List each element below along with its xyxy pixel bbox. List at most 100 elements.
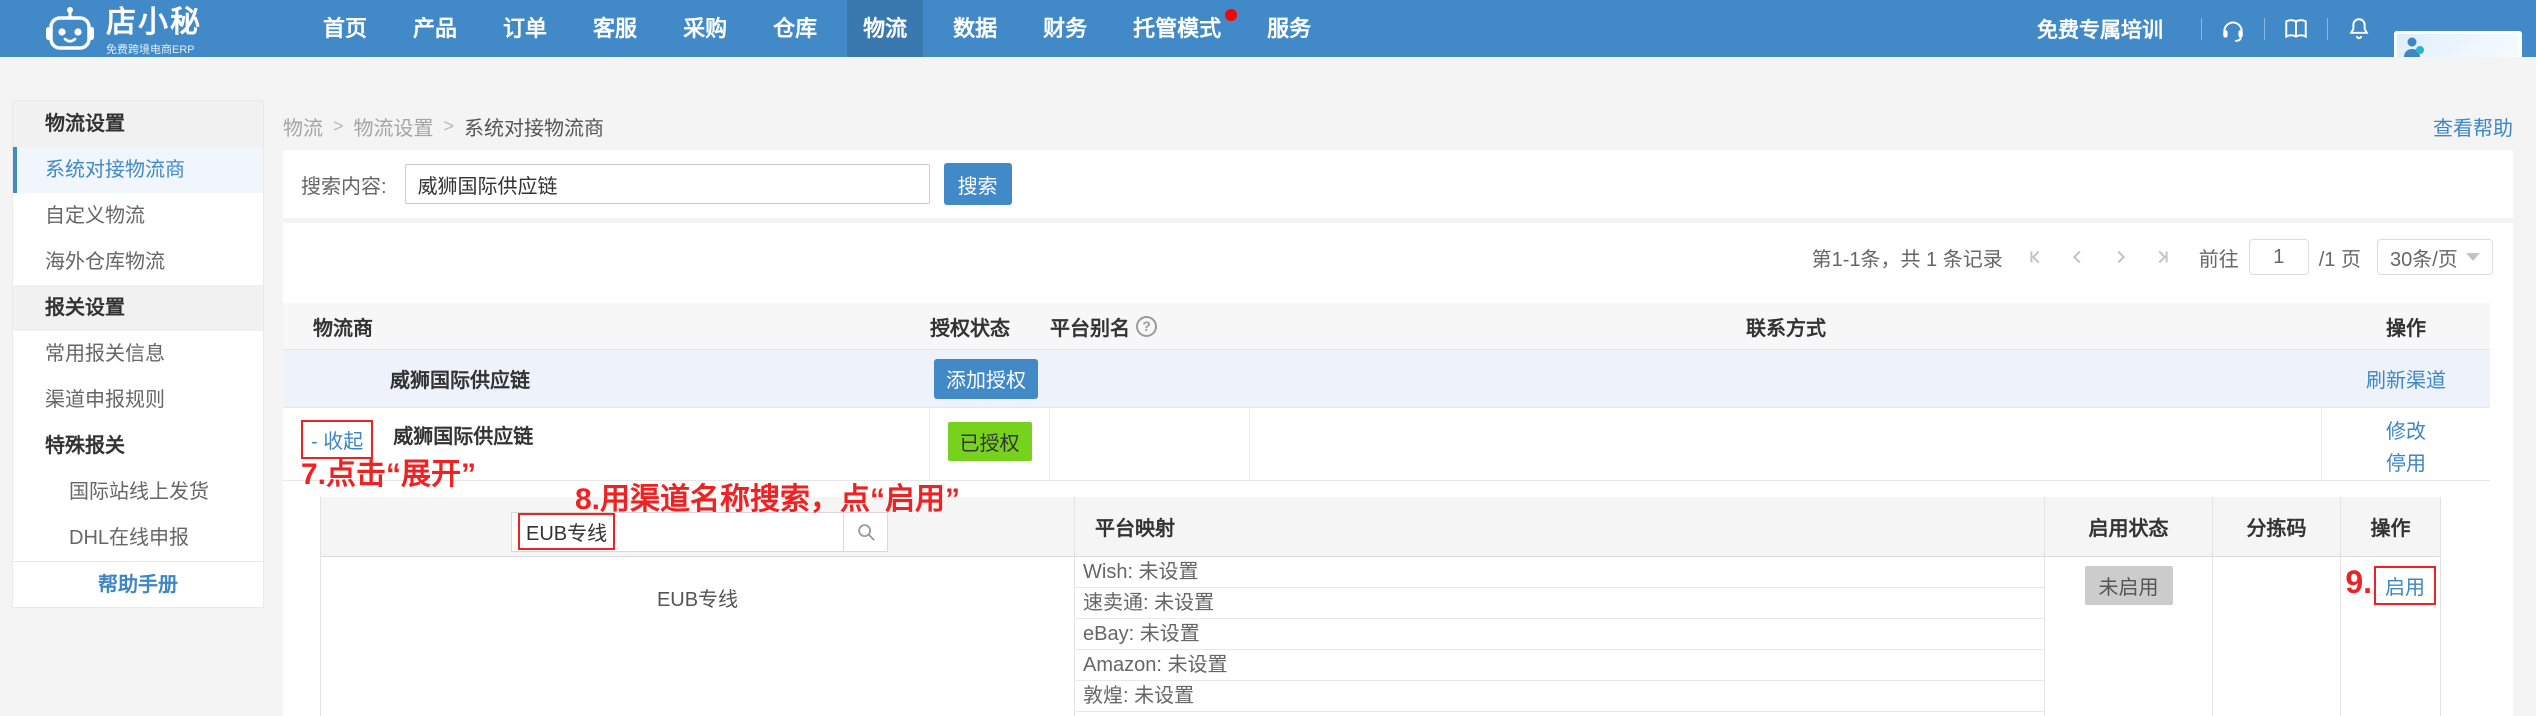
bell-icon[interactable] — [2346, 16, 2372, 42]
subcol-header-enable-status: 启用状态 — [2045, 497, 2213, 556]
app-root: 店小秘 免费跨境电商ERP 首页 产品 订单 客服 采购 仓库 物流 数据 财务… — [0, 0, 2536, 716]
refresh-channels-link[interactable]: 刷新渠道 — [2366, 364, 2446, 393]
record-summary: 第1-1条，共 1 条记录 — [1811, 248, 2003, 271]
tutorial-highlight-box: 启用 — [2374, 566, 2436, 605]
sidebar-item-custom-logistics[interactable]: 自定义物流 — [13, 193, 263, 239]
subcol-header-sorting-code: 分拣码 — [2213, 497, 2341, 556]
robot-logo-icon — [46, 5, 94, 59]
goto-page-label: 前往 — [2198, 248, 2239, 271]
search-magnifier-icon[interactable] — [843, 512, 887, 551]
view-help-link[interactable]: 查看帮助 — [2433, 112, 2513, 141]
platform-mapping-amazon: Amazon: 未设置 — [1075, 650, 2044, 681]
sidebar-item-dhl-online-declaration[interactable]: DHL在线申报 — [13, 515, 263, 561]
nav-item-finance[interactable]: 财务 — [1027, 0, 1103, 57]
main-menu: 首页 产品 订单 客服 采购 仓库 物流 数据 财务 托管模式 服务 — [300, 0, 1334, 57]
breadcrumb-logistics-settings[interactable]: 物流设置 — [354, 112, 434, 141]
table-header-row: 物流商 授权状态 平台别名 ? 联系方式 操作 — [283, 303, 2490, 350]
brand-logo[interactable]: 店小秘 免费跨境电商ERP — [46, 5, 202, 59]
nav-item-logistics[interactable]: 物流 — [847, 0, 924, 57]
breadcrumb-current-page: 系统对接物流商 — [464, 117, 605, 140]
platform-mapping-list: Wish: 未设置 速卖通: 未设置 eBay: 未设置 Amazon: 未设置… — [1075, 557, 2045, 716]
sidebar-item-system-logistics-provider[interactable]: 系统对接物流商 — [13, 147, 263, 193]
channel-name: EUB专线 — [321, 557, 1075, 716]
brand-name: 店小秘 — [106, 5, 202, 39]
provider-account-name: 威狮国际供应链 — [393, 426, 534, 448]
divider — [2201, 17, 2202, 40]
brand-tagline: 免费跨境电商ERP — [106, 43, 195, 56]
search-panel: 搜索内容: 搜索 — [283, 150, 2513, 218]
subcol-header-actions: 操作 — [2370, 518, 2411, 540]
navbar-right: 免费专属培训 — [2037, 0, 2522, 57]
provider-account-row: - 收起 威狮国际供应链 已授权 修改 停用 — [283, 408, 2490, 481]
annotation-step8: 8.用渠道名称搜索，点“启用” — [575, 483, 961, 516]
user-avatar[interactable] — [2394, 30, 2522, 57]
annotation-step7: 7.点击“展开” — [301, 458, 477, 491]
subcol-header-platform-mapping: 平台映射 — [1075, 497, 2045, 556]
search-button[interactable]: 搜索 — [943, 163, 1012, 205]
chevron-down-icon — [2466, 253, 2480, 261]
divider — [2327, 17, 2328, 40]
nav-item-orders[interactable]: 订单 — [487, 0, 563, 57]
top-navbar: 店小秘 免费跨境电商ERP 首页 产品 订单 客服 采购 仓库 物流 数据 财务… — [0, 0, 2536, 57]
manual-book-icon[interactable] — [2283, 16, 2309, 42]
sidebar-item-common-customs-info[interactable]: 常用报关信息 — [13, 331, 263, 377]
headset-icon[interactable] — [2220, 16, 2246, 42]
nav-item-services[interactable]: 服务 — [1251, 0, 1327, 57]
nav-item-home[interactable]: 首页 — [307, 0, 383, 57]
sidebar-help-manual-link[interactable]: 帮助手册 — [13, 561, 263, 607]
sidebar-item-channel-declaration-rules[interactable]: 渠道申报规则 — [13, 377, 263, 423]
pagination-bar: 第1-1条，共 1 条记录 前往 1 /1 页 30条/页 — [1812, 237, 2493, 277]
sidebar-header-customs-settings: 报关设置 — [13, 285, 263, 331]
sidebar-header-logistics-settings: 物流设置 — [13, 101, 263, 147]
platform-mapping-dunhuang: 敦煌: 未设置 — [1075, 681, 2044, 712]
page-size-select[interactable]: 30条/页 — [2377, 239, 2493, 275]
nav-item-managed-mode[interactable]: 托管模式 — [1117, 0, 1238, 57]
divider — [2264, 17, 2265, 40]
tutorial-highlight-box: EUB专线 — [518, 513, 616, 550]
col-header-contact: 联系方式 — [1746, 317, 1826, 340]
channel-subtable: EUB专线 平台映射 启用状态 分拣码 操作 EUB专线 Wish: 未设置 速… — [320, 497, 2441, 716]
search-label: 搜索内容: — [301, 175, 387, 198]
page-total-label: /1 页 — [2318, 248, 2361, 271]
last-page-icon[interactable] — [2151, 246, 2173, 268]
notification-dot — [1225, 9, 1238, 21]
provider-group-name: 威狮国际供应链 — [390, 370, 530, 392]
breadcrumb-separator: > — [333, 115, 344, 136]
breadcrumb-logistics[interactable]: 物流 — [283, 112, 323, 141]
platform-mapping-ebay: eBay: 未设置 — [1075, 619, 2044, 650]
sidebar-item-intl-site-online-shipping[interactable]: 国际站线上发货 — [13, 469, 263, 515]
not-enabled-status-badge: 未启用 — [2084, 566, 2173, 605]
sidebar-item-overseas-warehouse-logistics[interactable]: 海外仓库物流 — [13, 239, 263, 285]
nav-item-data[interactable]: 数据 — [937, 0, 1013, 57]
help-question-icon[interactable]: ? — [1136, 315, 1157, 337]
modify-link[interactable]: 修改 — [2386, 416, 2426, 448]
prev-page-icon[interactable] — [2067, 246, 2089, 268]
disable-link[interactable]: 停用 — [2386, 448, 2426, 480]
col-header-auth-status: 授权状态 — [930, 317, 1010, 340]
annotation-step9: 9. — [2345, 564, 2372, 600]
breadcrumb: 物流 > 物流设置 > 系统对接物流商 查看帮助 — [283, 108, 2513, 144]
sidebar: 物流设置 系统对接物流商 自定义物流 海外仓库物流 报关设置 常用报关信息 渠道… — [12, 100, 264, 608]
col-header-actions: 操作 — [2386, 317, 2426, 340]
enable-channel-link[interactable]: 启用 — [2385, 577, 2425, 599]
nav-item-customer-service[interactable]: 客服 — [577, 0, 653, 57]
search-input[interactable] — [404, 164, 930, 204]
page-number-input[interactable] — [2248, 239, 2309, 275]
add-authorization-button[interactable]: 添加授权 — [934, 358, 1038, 399]
free-training-link[interactable]: 免费专属培训 — [2037, 14, 2163, 44]
provider-group-row: 威狮国际供应链 添加授权 刷新渠道 — [283, 350, 2490, 408]
col-header-platform-alias: 平台别名 ? — [1050, 312, 1250, 341]
channel-row: EUB专线 Wish: 未设置 速卖通: 未设置 eBay: 未设置 Amazo… — [321, 557, 2440, 716]
sidebar-header-special-customs: 特殊报关 — [45, 435, 125, 457]
platform-mapping-aliexpress: 速卖通: 未设置 — [1075, 588, 2044, 619]
channel-search-value: EUB专线 — [526, 523, 608, 545]
nav-item-products[interactable]: 产品 — [397, 0, 473, 57]
authorized-status-badge: 已授权 — [947, 422, 1032, 461]
next-page-icon[interactable] — [2109, 246, 2131, 268]
content-panel: 第1-1条，共 1 条记录 前往 1 /1 页 30条/页 物流商 授权状态 平… — [283, 223, 2513, 716]
platform-mapping-wish: Wish: 未设置 — [1075, 557, 2044, 588]
nav-item-warehouse[interactable]: 仓库 — [757, 0, 833, 57]
nav-item-purchasing[interactable]: 采购 — [667, 0, 743, 57]
breadcrumb-separator: > — [443, 115, 455, 136]
first-page-icon[interactable] — [2025, 246, 2047, 268]
